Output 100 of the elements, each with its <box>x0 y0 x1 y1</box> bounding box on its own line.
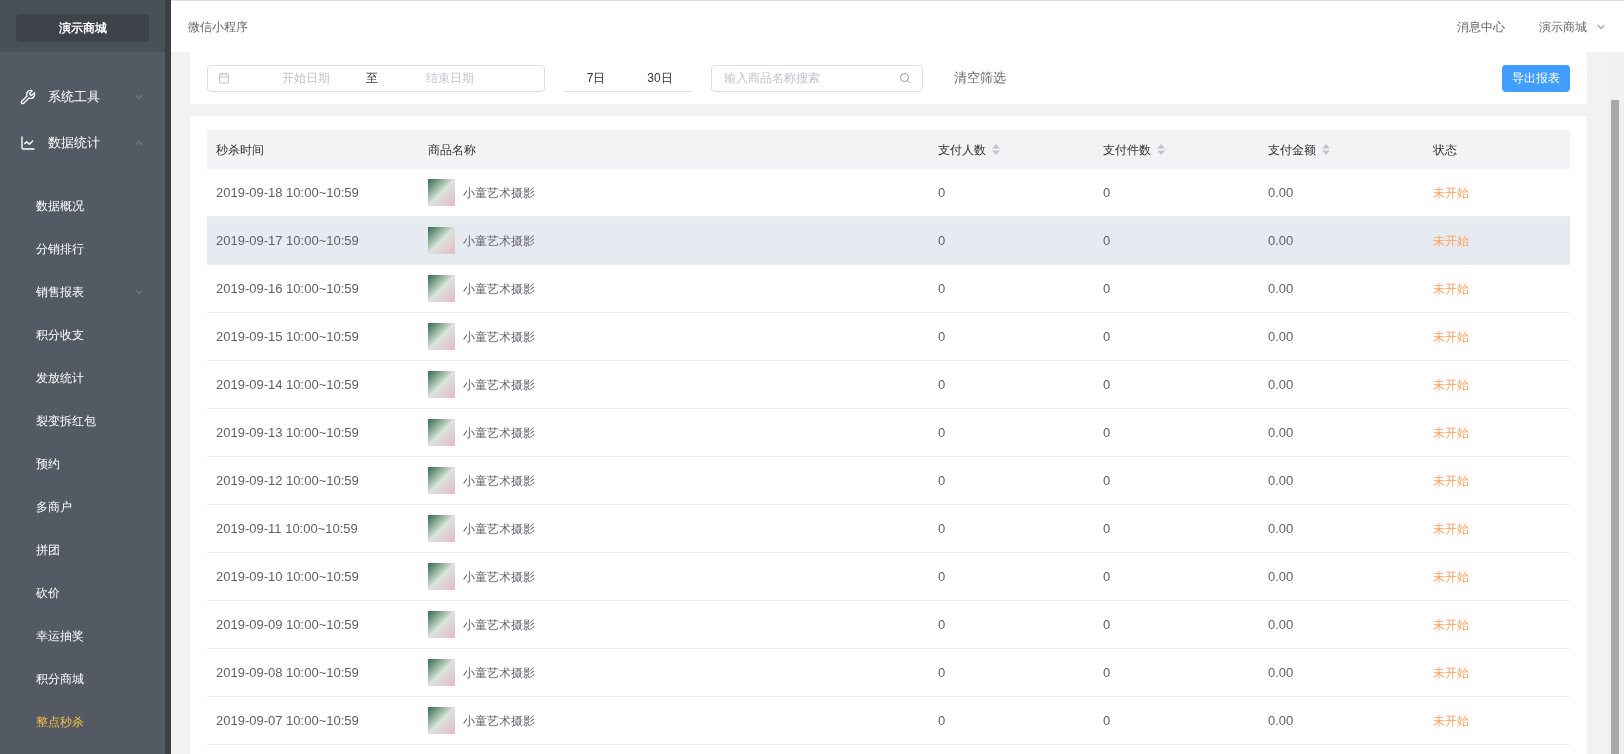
column-header: 商品名称 <box>428 141 476 159</box>
product-name: 小童艺术摄影 <box>463 472 535 490</box>
buyers-cell: 0 <box>938 616 946 632</box>
buyers-cell: 0 <box>938 232 946 248</box>
column-header: 状态 <box>1433 141 1457 159</box>
menu-item[interactable]: 多商户 <box>0 485 165 528</box>
product-name: 小童艺术摄影 <box>463 376 535 394</box>
menu-item[interactable]: 积分商城 <box>0 657 165 700</box>
product-name: 小童艺术摄影 <box>463 328 535 346</box>
chart-icon <box>20 135 36 151</box>
items-cell: 0 <box>1103 184 1111 200</box>
status-label: 未开始 <box>1433 425 1469 440</box>
items-cell: 0 <box>1103 616 1111 632</box>
range-button[interactable]: 7日 <box>564 64 628 91</box>
time-cell: 2019-09-12 10:00~10:59 <box>216 472 359 488</box>
buyers-cell: 0 <box>938 424 946 440</box>
clear-filter-link[interactable]: 清空筛选 <box>954 68 1006 88</box>
menu-item[interactable]: 砍价 <box>0 571 165 614</box>
account-menu[interactable]: 演示商城 <box>1539 17 1607 36</box>
product-thumbnail <box>428 467 455 494</box>
sort-icon[interactable] <box>1157 144 1165 155</box>
column-header: 支付人数 <box>938 141 986 159</box>
date-range-field[interactable]: 开始日期 至 结束日期 <box>207 64 545 92</box>
header-link[interactable]: 消息中心 <box>1457 17 1505 36</box>
table-row[interactable]: 2019-09-17 10:00~10:59 小童艺术摄影 0 0 0.00 未开始 <box>207 217 1570 265</box>
product-thumbnail <box>428 227 455 254</box>
search-field[interactable]: 输入商品名称搜索 <box>711 64 923 92</box>
status-label: 未开始 <box>1433 377 1469 392</box>
items-cell: 0 <box>1103 232 1111 248</box>
status-label: 未开始 <box>1433 281 1469 296</box>
buyers-cell: 0 <box>938 280 946 296</box>
buyers-cell: 0 <box>938 520 946 536</box>
menu-group[interactable]: 系统工具 <box>0 74 165 120</box>
product-name: 小童艺术摄影 <box>463 424 535 442</box>
wrench-icon <box>20 89 36 105</box>
page-title: 微信小程序 <box>188 18 248 36</box>
time-cell: 2019-09-18 10:00~10:59 <box>216 184 359 200</box>
buyers-cell: 0 <box>938 328 946 344</box>
items-cell: 0 <box>1103 472 1111 488</box>
status-label: 未开始 <box>1433 521 1469 536</box>
menu-item[interactable]: 预约 <box>0 442 165 485</box>
buyers-cell: 0 <box>938 712 946 728</box>
sort-icon[interactable] <box>992 144 1000 155</box>
items-cell: 0 <box>1103 280 1111 296</box>
product-name: 小童艺术摄影 <box>463 184 535 202</box>
amount-cell: 0.00 <box>1268 568 1294 584</box>
sort-icon[interactable] <box>1322 144 1330 155</box>
menu-item[interactable]: 拼团 <box>0 528 165 571</box>
product-name: 小童艺术摄影 <box>463 616 535 634</box>
product-thumbnail <box>428 179 455 206</box>
amount-cell: 0.00 <box>1268 424 1294 440</box>
calendar-icon <box>218 72 230 84</box>
product-name: 小童艺术摄影 <box>463 664 535 682</box>
product-thumbnail <box>428 275 455 302</box>
product-name: 小童艺术摄影 <box>463 712 535 730</box>
product-thumbnail <box>428 563 455 590</box>
menu-item[interactable]: 分销排行 <box>0 227 165 270</box>
time-cell: 2019-09-11 10:00~10:59 <box>216 520 358 536</box>
menu-item[interactable]: 幸运抽奖 <box>0 614 165 657</box>
menu-group[interactable]: 数据统计 <box>0 120 165 166</box>
items-cell: 0 <box>1103 520 1111 536</box>
menu-item[interactable]: 发放统计 <box>0 356 165 399</box>
items-cell: 0 <box>1103 424 1111 440</box>
time-cell: 2019-09-15 10:00~10:59 <box>216 328 359 344</box>
product-name: 小童艺术摄影 <box>463 232 535 250</box>
amount-cell: 0.00 <box>1268 376 1294 392</box>
buyers-cell: 0 <box>938 184 946 200</box>
time-cell: 2019-09-14 10:00~10:59 <box>216 376 359 392</box>
product-thumbnail <box>428 515 455 542</box>
product-name: 小童艺术摄影 <box>463 280 535 298</box>
search-icon <box>899 71 911 84</box>
status-label: 未开始 <box>1433 569 1469 584</box>
items-cell: 0 <box>1103 376 1111 392</box>
menu-item[interactable]: 整点秒杀 <box>0 700 165 743</box>
product-thumbnail <box>428 659 455 686</box>
items-cell: 0 <box>1103 328 1111 344</box>
time-cell: 2019-09-08 10:00~10:59 <box>216 664 359 680</box>
time-cell: 2019-09-10 10:00~10:59 <box>216 568 359 584</box>
menu-item[interactable]: 数据概况 <box>0 184 165 227</box>
column-header: 支付件数 <box>1103 141 1151 159</box>
items-cell: 0 <box>1103 568 1111 584</box>
status-label: 未开始 <box>1433 233 1469 248</box>
items-cell: 0 <box>1103 712 1111 728</box>
amount-cell: 0.00 <box>1268 280 1294 296</box>
menu-item[interactable]: 销售报表 <box>0 270 165 313</box>
menu-item[interactable]: 裂变拆红包 <box>0 399 165 442</box>
amount-cell: 0.00 <box>1268 664 1294 680</box>
product-thumbnail <box>428 611 455 638</box>
buyers-cell: 0 <box>938 568 946 584</box>
buyers-cell: 0 <box>938 472 946 488</box>
range-button[interactable]: 30日 <box>628 64 692 91</box>
menu-item[interactable]: 积分收支 <box>0 313 165 356</box>
status-label: 未开始 <box>1433 713 1469 728</box>
status-label: 未开始 <box>1433 185 1469 200</box>
time-cell: 2019-09-13 10:00~10:59 <box>216 424 359 440</box>
status-label: 未开始 <box>1433 329 1469 344</box>
amount-cell: 0.00 <box>1268 520 1294 536</box>
product-thumbnail <box>428 371 455 398</box>
product-thumbnail <box>428 419 455 446</box>
buyers-cell: 0 <box>938 376 946 392</box>
